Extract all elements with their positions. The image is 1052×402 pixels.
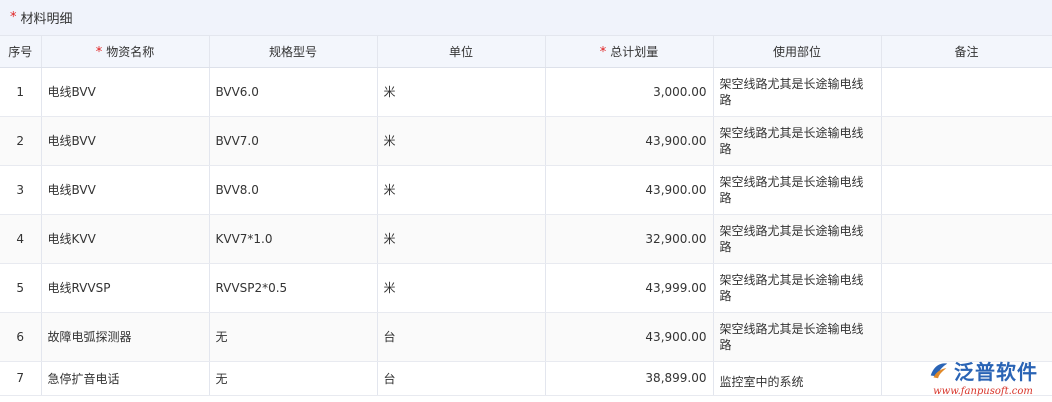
cell-spec[interactable]: 无 xyxy=(209,361,378,396)
fanpu-logo-icon xyxy=(930,363,948,379)
cell-note[interactable] xyxy=(881,116,1052,166)
cell-index: 1 xyxy=(0,67,42,117)
cell-plan[interactable]: 43,999.00 xyxy=(545,263,714,313)
table-row[interactable]: 7 急停扩音电话 无 台 38,899.00 监控室中的系统 xyxy=(0,361,1052,396)
cell-unit[interactable]: 米 xyxy=(377,214,546,264)
cell-spec[interactable]: BVV6.0 xyxy=(209,67,378,117)
col-header-dept[interactable]: 使用部位 xyxy=(713,36,882,68)
cell-note[interactable] xyxy=(881,165,1052,215)
required-mark: * xyxy=(95,44,103,60)
cell-name[interactable]: 急停扩音电话 xyxy=(41,361,210,396)
cell-dept[interactable]: 架空线路尤其是长途输电线路 xyxy=(713,263,882,313)
cell-dept[interactable]: 架空线路尤其是长途输电线路 xyxy=(713,165,882,215)
col-header-plan[interactable]: * 总计划量 xyxy=(545,36,714,68)
table-row[interactable]: 3 电线BVV BVV8.0 米 43,900.00 架空线路尤其是长途输电线路 xyxy=(0,165,1052,215)
cell-spec[interactable]: KVV7*1.0 xyxy=(209,214,378,264)
cell-index: 7 xyxy=(0,361,42,396)
section-header: * 材料明细 xyxy=(0,0,1052,36)
cell-spec[interactable]: BVV7.0 xyxy=(209,116,378,166)
cell-dept[interactable]: 架空线路尤其是长途输电线路 xyxy=(713,67,882,117)
table-header-row: 序号 * 物资名称 规格型号 单位 * 总计划量 使用部位 备注 xyxy=(0,36,1052,68)
col-header-note[interactable]: 备注 xyxy=(881,36,1052,68)
cell-plan[interactable]: 32,900.00 xyxy=(545,214,714,264)
cell-unit[interactable]: 台 xyxy=(377,312,546,362)
cell-index: 6 xyxy=(0,312,42,362)
table-row[interactable]: 5 电线RVVSP RVVSP2*0.5 米 43,999.00 架空线路尤其是… xyxy=(0,263,1052,313)
brand-name: 泛普软件 xyxy=(954,359,1038,384)
materials-table: 序号 * 物资名称 规格型号 单位 * 总计划量 使用部位 备注 1 电线BVV B… xyxy=(0,36,1052,396)
cell-spec[interactable]: BVV8.0 xyxy=(209,165,378,215)
cell-dept[interactable]: 架空线路尤其是长途输电线路 xyxy=(713,312,882,362)
cell-unit[interactable]: 米 xyxy=(377,67,546,117)
cell-unit[interactable]: 米 xyxy=(377,116,546,166)
cell-unit[interactable]: 台 xyxy=(377,361,546,396)
cell-dept[interactable]: 架空线路尤其是长途输电线路 xyxy=(713,116,882,166)
cell-note[interactable] xyxy=(881,214,1052,264)
cell-plan[interactable]: 43,900.00 xyxy=(545,116,714,166)
cell-name[interactable]: 电线BVV xyxy=(41,116,210,166)
table-row[interactable]: 6 故障电弧探测器 无 台 43,900.00 架空线路尤其是长途输电线路 xyxy=(0,312,1052,362)
table-row[interactable]: 4 电线KVV KVV7*1.0 米 32,900.00 架空线路尤其是长途输电… xyxy=(0,214,1052,264)
col-header-spec[interactable]: 规格型号 xyxy=(209,36,378,68)
cell-plan[interactable]: 38,899.00 xyxy=(545,361,714,396)
cell-plan[interactable]: 43,900.00 xyxy=(545,312,714,362)
cell-name[interactable]: 电线RVVSP xyxy=(41,263,210,313)
cell-name[interactable]: 电线BVV xyxy=(41,67,210,117)
cell-note[interactable] xyxy=(881,67,1052,117)
cell-name[interactable]: 电线KVV xyxy=(41,214,210,264)
cell-index: 4 xyxy=(0,214,42,264)
brand-url: www.fanpusoft.com xyxy=(933,385,1033,397)
cell-unit[interactable]: 米 xyxy=(377,165,546,215)
table-row[interactable]: 2 电线BVV BVV7.0 米 43,900.00 架空线路尤其是长途输电线路 xyxy=(0,116,1052,166)
cell-spec[interactable]: 无 xyxy=(209,312,378,362)
table-row[interactable]: 1 电线BVV BVV6.0 米 3,000.00 架空线路尤其是长途输电线路 xyxy=(0,67,1052,117)
cell-plan[interactable]: 43,900.00 xyxy=(545,165,714,215)
section-title: 材料明细 xyxy=(20,12,73,27)
cell-note[interactable] xyxy=(881,263,1052,313)
cell-index: 5 xyxy=(0,263,42,313)
col-header-name[interactable]: * 物资名称 xyxy=(41,36,210,68)
cell-index: 2 xyxy=(0,116,42,166)
cell-plan[interactable]: 3,000.00 xyxy=(545,67,714,117)
col-header-unit[interactable]: 单位 xyxy=(377,36,546,68)
cell-dept[interactable]: 架空线路尤其是长途输电线路 xyxy=(713,214,882,264)
cell-dept[interactable]: 监控室中的系统 xyxy=(713,361,882,396)
cell-name[interactable]: 电线BVV xyxy=(41,165,210,215)
required-mark: * xyxy=(10,10,17,25)
brand-watermark: 泛普软件 www.fanpusoft.com xyxy=(922,354,1044,398)
col-header-index[interactable]: 序号 xyxy=(0,36,42,68)
cell-spec[interactable]: RVVSP2*0.5 xyxy=(209,263,378,313)
required-mark: * xyxy=(599,44,607,60)
cell-index: 3 xyxy=(0,165,42,215)
cell-name[interactable]: 故障电弧探测器 xyxy=(41,312,210,362)
cell-unit[interactable]: 米 xyxy=(377,263,546,313)
